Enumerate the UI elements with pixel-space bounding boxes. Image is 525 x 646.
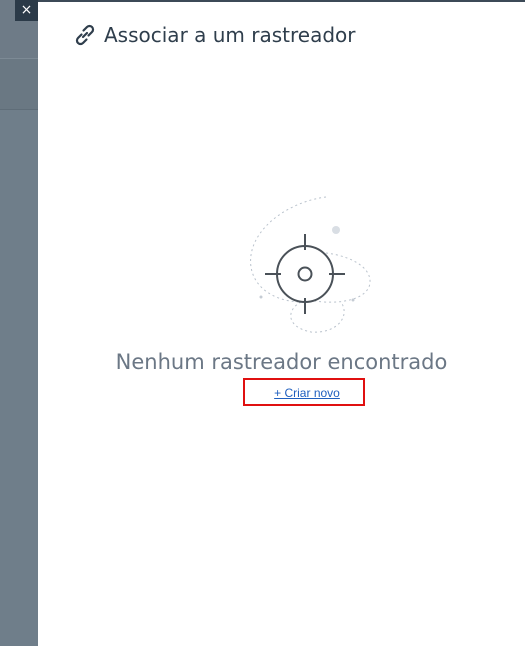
backdrop-toolbar-band [0,58,38,110]
close-button[interactable]: × [15,0,38,21]
highlight-annotation [243,378,365,406]
crosshair-icon [241,192,371,337]
panel-title: Associar a um rastreador [104,23,356,47]
empty-state-message: Nenhum rastreador encontrado [115,350,448,374]
panel-header: Associar a um rastreador [72,22,356,48]
side-panel: Associar a um rastreador Nenhum rastread… [38,0,525,646]
link-icon [72,22,98,48]
